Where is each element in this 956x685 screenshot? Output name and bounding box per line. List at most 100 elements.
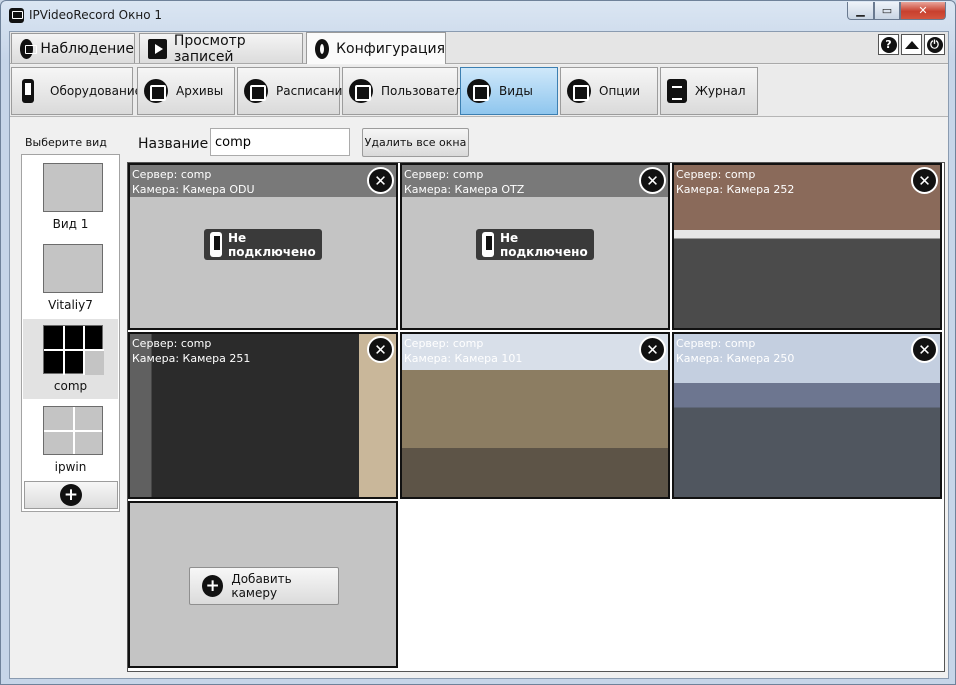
- not-connected-badge: Не подключено: [476, 229, 594, 260]
- not-connected-badge: Не подключено: [204, 229, 322, 260]
- device-icon: [482, 232, 494, 257]
- view-label: Vitaliy7: [48, 298, 93, 312]
- device-icon: [22, 79, 34, 103]
- camera-server: Сервер: comp: [132, 337, 212, 350]
- camera-server: Сервер: comp: [404, 337, 484, 350]
- clock-icon: [244, 79, 268, 103]
- camera-server: Сервер: comp: [404, 168, 484, 181]
- subtab-users[interactable]: Пользователи: [342, 67, 470, 115]
- view-thumbnail: [43, 163, 103, 212]
- subtab-journal[interactable]: Журнал: [660, 67, 758, 115]
- remove-camera-button[interactable]: ✕: [911, 336, 938, 363]
- view-label: ipwin: [54, 460, 87, 474]
- config-toolbar: Оборудование Архивы Расписания Пользоват…: [10, 65, 948, 117]
- help-icon: ?: [880, 36, 897, 53]
- camera-cell[interactable]: Сервер: comp Камера: Камера 101 ✕: [400, 332, 670, 499]
- user-icon: [349, 79, 373, 103]
- status-text: Не подключено: [227, 230, 316, 259]
- view-thumbnail: [43, 244, 103, 293]
- app-window: IPVideoRecord Окно 1 ▁ ▭ ✕ Наблюдение Пр…: [0, 0, 956, 685]
- view-label: Вид 1: [52, 217, 89, 231]
- tab-label: Конфигурация: [336, 40, 445, 57]
- top-right-icons: ? ⏻: [878, 34, 945, 55]
- subtab-label: Журнал: [695, 84, 746, 98]
- camera-cell[interactable]: Сервер: comp Камера: Камера 251 ✕: [128, 332, 398, 499]
- camera-cell[interactable]: Сервер: comp Камера: Камера OTZ ✕ Не под…: [400, 163, 670, 330]
- name-label: Название: [138, 136, 209, 152]
- subtab-label: Виды: [499, 84, 533, 98]
- remove-camera-button[interactable]: ✕: [639, 336, 666, 363]
- camera-grid: Сервер: comp Камера: Камера ODU ✕ Не под…: [127, 162, 945, 672]
- subtab-schedules[interactable]: Расписания: [237, 67, 350, 115]
- monitor-icon: [20, 38, 38, 59]
- remove-camera-button[interactable]: ✕: [911, 167, 938, 194]
- gear-icon: [315, 38, 330, 59]
- archive-icon: [144, 79, 168, 103]
- view-item[interactable]: Вид 1: [23, 157, 118, 237]
- camera-name: Камера: Камера 251: [132, 352, 251, 365]
- minimize-button[interactable]: ▁: [847, 2, 874, 20]
- view-label: comp: [53, 379, 88, 393]
- view-item-selected[interactable]: comp: [23, 319, 118, 399]
- add-camera-label: Добавить камеру: [231, 572, 292, 600]
- app-icon: [9, 8, 24, 23]
- camera-server: Сервер: comp: [132, 168, 212, 181]
- subtab-equipment[interactable]: Оборудование: [11, 67, 142, 115]
- delete-all-windows-button[interactable]: Удалить все окна: [362, 128, 469, 157]
- triangle-up-icon: [904, 40, 919, 49]
- plus-icon: +: [60, 484, 82, 506]
- subtab-label: Опции: [599, 84, 641, 98]
- remove-camera-button[interactable]: ✕: [367, 336, 394, 363]
- add-camera-button[interactable]: + Добавить камеру: [189, 567, 339, 605]
- view-thumbnail: [43, 406, 103, 455]
- camera-cell[interactable]: Сервер: comp Камера: Камера ODU ✕ Не под…: [128, 163, 398, 330]
- remove-camera-button[interactable]: ✕: [639, 167, 666, 194]
- views-list: Вид 1 Vitaliy7 comp ipwin +: [21, 154, 120, 512]
- subtab-label: Расписания: [276, 84, 350, 98]
- view-thumbnail: [43, 325, 104, 375]
- power-button[interactable]: ⏻: [924, 34, 945, 55]
- camera-name: Камера: Камера 250: [676, 352, 795, 365]
- status-text: Не подключено: [499, 230, 588, 259]
- add-view-button[interactable]: +: [24, 481, 118, 509]
- camera-name: Камера: Камера ODU: [132, 183, 255, 196]
- camera-name: Камера: Камера 252: [676, 183, 795, 196]
- camera-cell[interactable]: Сервер: comp Камера: Камера 250 ✕: [672, 332, 942, 499]
- help-button[interactable]: ?: [878, 34, 899, 55]
- device-icon: [210, 232, 222, 257]
- views-panel-title: Выберите вид: [25, 136, 107, 149]
- close-window-button[interactable]: ✕: [900, 2, 946, 20]
- tab-observation[interactable]: Наблюдение: [11, 33, 135, 63]
- camera-name: Камера: Камера 101: [404, 352, 523, 365]
- camera-name: Камера: Камера OTZ: [404, 183, 525, 196]
- maximize-button[interactable]: ▭: [874, 2, 900, 20]
- collapse-button[interactable]: [901, 34, 922, 55]
- tools-icon: [567, 79, 591, 103]
- camera-cell[interactable]: Сервер: comp Камера: Камера 252 ✕: [672, 163, 942, 330]
- client-area: Наблюдение Просмотр записей Конфигурация…: [9, 31, 949, 679]
- window-title: IPVideoRecord Окно 1: [29, 8, 163, 22]
- empty-camera-slot: + Добавить камеру: [128, 501, 398, 668]
- tab-label: Наблюдение: [40, 40, 134, 57]
- subtab-views[interactable]: Виды: [460, 67, 558, 115]
- subtab-label: Архивы: [176, 84, 224, 98]
- subtab-options[interactable]: Опции: [560, 67, 658, 115]
- plus-icon: +: [202, 575, 224, 597]
- subtab-label: Пользователи: [381, 84, 471, 98]
- journal-icon: [667, 79, 687, 103]
- main-tabbar: Наблюдение Просмотр записей Конфигурация…: [10, 32, 948, 65]
- power-icon: ⏻: [926, 36, 943, 53]
- view-item[interactable]: ipwin: [23, 400, 118, 480]
- title-bar: IPVideoRecord Окно 1 ▁ ▭ ✕: [1, 1, 955, 31]
- view-item[interactable]: Vitaliy7: [23, 238, 118, 318]
- remove-camera-button[interactable]: ✕: [367, 167, 394, 194]
- subtab-label: Оборудование: [50, 84, 142, 98]
- tab-label: Просмотр записей: [173, 32, 246, 65]
- view-name-input[interactable]: [210, 128, 350, 156]
- subtab-archives[interactable]: Архивы: [137, 67, 235, 115]
- tab-configuration[interactable]: Конфигурация: [306, 32, 446, 64]
- camera-server: Сервер: comp: [676, 168, 756, 181]
- tab-recordings[interactable]: Просмотр записей: [139, 32, 303, 65]
- camera-server: Сервер: comp: [676, 337, 756, 350]
- grid-icon: [467, 79, 491, 103]
